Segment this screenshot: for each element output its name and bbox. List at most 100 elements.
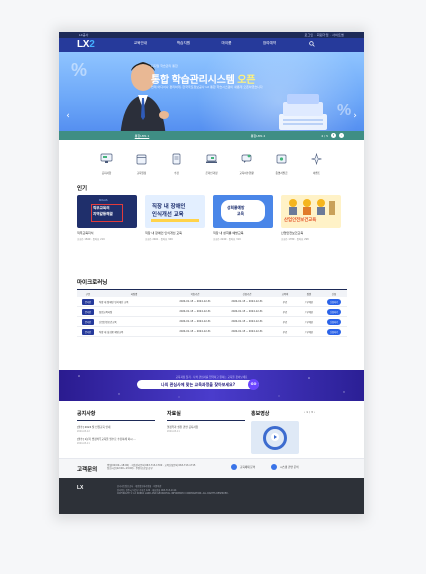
- course-title-link[interactable]: 직장 내 장애인 인식개선 교육: [99, 300, 169, 304]
- nav-education-info[interactable]: 교육안내: [119, 41, 162, 46]
- site-footer: LX 한국국토정보공사 · 개인정보처리방침 · 이용약관 전라북도 전주시 덕…: [59, 478, 364, 514]
- fee: 무료: [282, 330, 288, 334]
- apply-button[interactable]: 신청하기: [326, 308, 342, 315]
- study-period: 2024-01-15 ~ 2024-12-31: [179, 330, 211, 333]
- button-label: 시스템 관련 문의: [280, 466, 299, 469]
- quick-item-schedule[interactable]: 교육일정: [124, 152, 159, 177]
- nav-myroom[interactable]: 마이룸: [205, 41, 248, 46]
- apply-period: 2024-01-15 ~ 2024-12-31: [231, 330, 263, 333]
- course-title-link[interactable]: 직장 내 성희롱 예방교육: [99, 330, 169, 334]
- hero-title: 통합 학습관리시스템 오픈: [151, 71, 255, 86]
- table-row: 온라인 직장 내 장애인 인식개선 교육 2024-01-15 ~ 2024-1…: [77, 297, 347, 307]
- chevron-right-icon[interactable]: ›: [339, 133, 344, 138]
- percent-decoration-icon: %: [71, 60, 88, 80]
- finder-caption: 교육과정 찾기 · 나의 관심사를 입력하고 원하는 교육을 찾아보세요: [175, 376, 248, 379]
- hero-prev-arrow[interactable]: ‹: [64, 110, 72, 122]
- search-icon[interactable]: [309, 41, 315, 47]
- main-header: LX2 교육안내 학습지원 마이룸 참여예약: [59, 38, 364, 52]
- footer-logo: LX: [77, 485, 84, 491]
- fee: 무료: [282, 320, 288, 324]
- course-thumbnail: 성희롱예방 교육: [213, 195, 273, 228]
- quick-label: 교육이수현황: [239, 172, 254, 175]
- calendar-icon: [136, 154, 147, 165]
- promo-video-thumbnail[interactable]: [251, 421, 299, 454]
- chat-icon: [241, 154, 252, 163]
- capacity: / 무제한: [304, 320, 314, 324]
- laptop-icon: [206, 154, 217, 163]
- hero-description: 언제 어디서나 편리하게, 한국국토정보공사 LX 통합 학습시스템이 새롭게 …: [151, 85, 263, 89]
- column-header: 학습기간: [190, 292, 200, 296]
- play-icon[interactable]: [271, 433, 279, 441]
- course-finder-banner: 교육과정 찾기 · 나의 관심사를 입력하고 원하는 교육을 찾아보세요 나의 …: [59, 370, 364, 401]
- site-logo[interactable]: LX2: [77, 39, 95, 50]
- thumbnail-title-2: 인식개선 교육: [152, 212, 184, 218]
- monitor-icon: [271, 464, 278, 470]
- hero-tab-1[interactable]: 통합LMS 1: [99, 134, 185, 138]
- thumbnail-title-1: 산업안전보건교육: [284, 218, 317, 223]
- books-illustration: [279, 94, 327, 130]
- course-title-link[interactable]: 산업안전보건교육: [99, 320, 169, 324]
- thumbnail-title-2: 교육: [237, 211, 244, 216]
- topbar-links[interactable]: 로그인 · 회원가입 · 사이트맵: [305, 33, 344, 37]
- course-meta: 조회수 1789 · 좋아요 298: [281, 238, 309, 241]
- logo-accent: 2: [89, 39, 95, 50]
- archive-title[interactable]: 자료실: [167, 410, 245, 417]
- quick-label: 온라인과정: [205, 172, 218, 175]
- go-button[interactable]: GO: [248, 379, 259, 390]
- system-inquiry-button[interactable]: 시스템 관련 문의: [271, 464, 299, 470]
- thumbnail-title-1: 직장 내 장애인: [152, 204, 186, 210]
- quick-item-notice[interactable]: 공지사항: [89, 152, 124, 177]
- promo-title[interactable]: 홍보영상: [251, 410, 331, 417]
- microlearning-table: 구분 과정명 학습기간 신청기간 교육비 정원 신청 온라인 직장 내 장애인 …: [77, 289, 347, 337]
- quick-item-online[interactable]: 온라인과정: [194, 152, 229, 177]
- apply-button[interactable]: 신청하기: [326, 298, 342, 305]
- column-header: 교육비: [281, 292, 289, 296]
- course-card[interactable]: 산업안전보건교육 산업안전보건교육 조회수 1789 · 좋아요 298: [281, 195, 341, 241]
- archive-board: 자료실 열정학과 실천 관련 공지사항 2024-03-11: [167, 410, 245, 433]
- capacity: / 무제한: [304, 330, 314, 334]
- notice-title[interactable]: 공지사항: [77, 410, 155, 417]
- quick-item-event[interactable]: 이벤트: [299, 152, 334, 177]
- nav-reservation[interactable]: 참여예약: [248, 41, 291, 46]
- course-card[interactable]: 직장 내 장애인 인식개선 교육 직장 내 장애인 인식개선 교육 조회수 24…: [145, 195, 205, 241]
- course-meta: 조회수 2249 · 좋아요 319: [213, 238, 241, 241]
- hero-next-arrow[interactable]: ›: [351, 110, 359, 122]
- type-badge: 온라인: [81, 308, 95, 315]
- apply-period: 2024-01-15 ~ 2024-12-31: [231, 310, 263, 313]
- column-header: 신청: [331, 292, 337, 296]
- course-title-link[interactable]: 청렴교육과정: [99, 310, 169, 314]
- contact-buttons: 교육체제 문의 시스템 관련 문의: [231, 464, 299, 470]
- pause-icon[interactable]: Ⅱ: [331, 133, 336, 138]
- hero-banner[interactable]: % % 디지털 학습관리 통합 통합 학습관리시스템 오픈 언제 어디서나 편리…: [59, 52, 364, 140]
- apply-button[interactable]: 신청하기: [326, 318, 342, 325]
- education-inquiry-button[interactable]: 교육체제 문의: [231, 464, 255, 470]
- quick-label: 증명서발급: [275, 172, 288, 175]
- course-card[interactable]: 성희롱예방 교육 직장 내 성희롱 예방교육 조회수 2249 · 좋아요 31…: [213, 195, 273, 241]
- apply-button[interactable]: 신청하기: [326, 328, 342, 335]
- footer-copyright: COPYRIGHT © LX KOREA LAND AND GEOSPATIAL…: [117, 492, 229, 495]
- capacity: / 무제한: [304, 310, 314, 314]
- quick-item-certificate[interactable]: 증명서발급: [264, 152, 299, 177]
- web-page: LX공사 로그인 · 회원가입 · 사이트맵 LX2 교육안내 학습지원 마이룸…: [59, 32, 364, 514]
- course-card[interactable]: KOLAS 직무교육의 지역갈등해결 직무교육지식 조회수 1849 · 좋아요…: [77, 195, 137, 241]
- contact-line-2: 점심시간(12:00~13:00) · 주말/공휴일 휴무: [107, 467, 153, 471]
- course-thumbnail: 직장 내 장애인 인식개선 교육: [145, 195, 205, 228]
- table-row: 온라인 직장 내 성희롱 예방교육 2024-01-15 ~ 2024-12-3…: [77, 327, 347, 337]
- fee: 무료: [282, 300, 288, 304]
- quick-item-status[interactable]: 교육이수현황: [229, 152, 264, 177]
- button-label: 교육체제 문의: [240, 466, 256, 469]
- notice-item[interactable]: [필수] 1분기 법정의무교육을 필수로 수강하세 하시 ...: [77, 437, 155, 441]
- nav-learning-support[interactable]: 학습지원: [162, 41, 205, 46]
- video-pager[interactable]: ‹ 1 / 3 ›: [304, 410, 315, 414]
- notice-item[interactable]: [필수] 2024 월 인권교육 안내: [77, 425, 155, 429]
- archive-item[interactable]: 열정학과 실천 관련 공지사항: [167, 425, 245, 429]
- interest-search-field[interactable]: 나의 관심사에 맞는 교육과정을 찾아보세요?: [137, 380, 259, 389]
- column-header: 과정명: [130, 292, 138, 296]
- course-thumbnail: 산업안전보건교육: [281, 195, 341, 228]
- thumbnail-badge: KOLAS: [99, 199, 108, 202]
- notice-board: 공지사항 [필수] 2024 월 인권교육 안내 2024-03-12 [필수]…: [77, 410, 155, 445]
- hero-subtitle: 디지털 학습관리 통합: [151, 64, 178, 68]
- hero-tab-2[interactable]: 통합LMS 2: [215, 134, 301, 138]
- popular-section-title: 인기: [77, 186, 88, 192]
- quick-item-course[interactable]: 수강: [159, 152, 194, 177]
